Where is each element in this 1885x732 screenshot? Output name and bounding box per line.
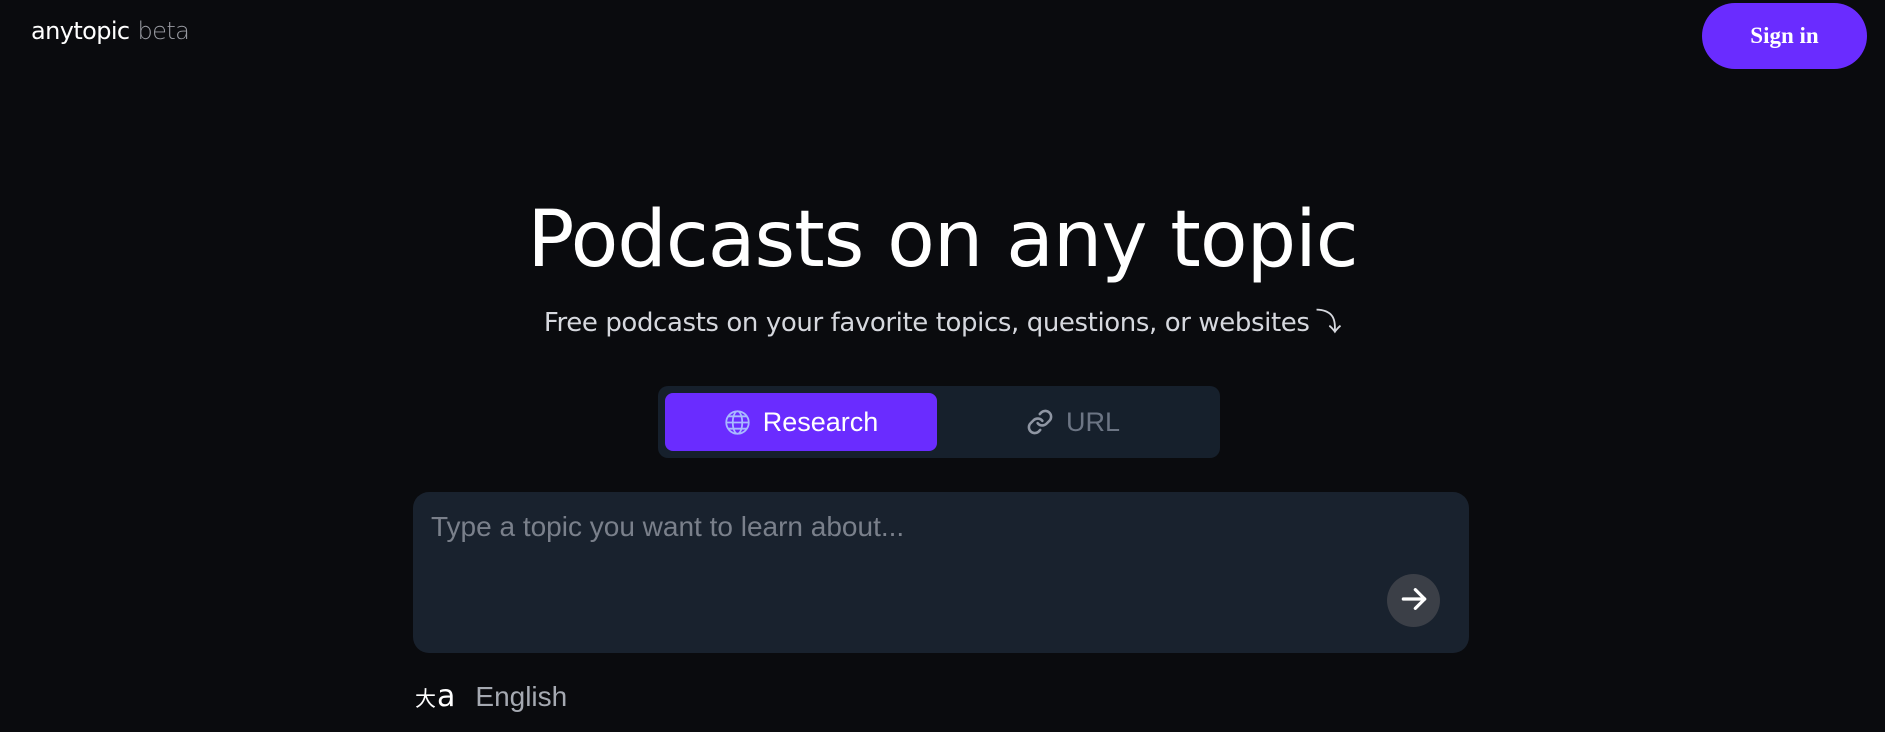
sign-in-button[interactable]: Sign in	[1702, 3, 1867, 69]
globe-icon	[724, 409, 751, 436]
curved-arrow-icon: ⤵	[1315, 308, 1342, 338]
page-subtitle: Free podcasts on your favorite topics, q…	[0, 305, 1885, 341]
logo-brand: anytopic	[31, 17, 130, 45]
topic-input-panel	[413, 492, 1469, 653]
page-title: Podcasts on any topic	[527, 195, 1358, 285]
tab-research[interactable]: Research	[665, 393, 937, 451]
logo[interactable]: anytopic beta	[31, 15, 190, 47]
link-icon	[1026, 408, 1054, 436]
subtitle-text: Free podcasts on your favorite topics, q…	[543, 308, 1310, 338]
language-selector[interactable]: 大a English	[415, 678, 567, 716]
arrow-right-icon	[1398, 583, 1430, 618]
tab-url[interactable]: URL	[937, 393, 1209, 451]
tab-url-label: URL	[1065, 406, 1120, 437]
translate-icon: 大a	[415, 679, 456, 714]
submit-button[interactable]	[1387, 574, 1440, 627]
tab-research-label: Research	[762, 406, 879, 437]
logo-beta-tag: beta	[137, 17, 190, 45]
language-label: English	[475, 681, 568, 712]
topic-input[interactable]	[431, 510, 1391, 630]
mode-switch: Research URL	[658, 386, 1220, 458]
